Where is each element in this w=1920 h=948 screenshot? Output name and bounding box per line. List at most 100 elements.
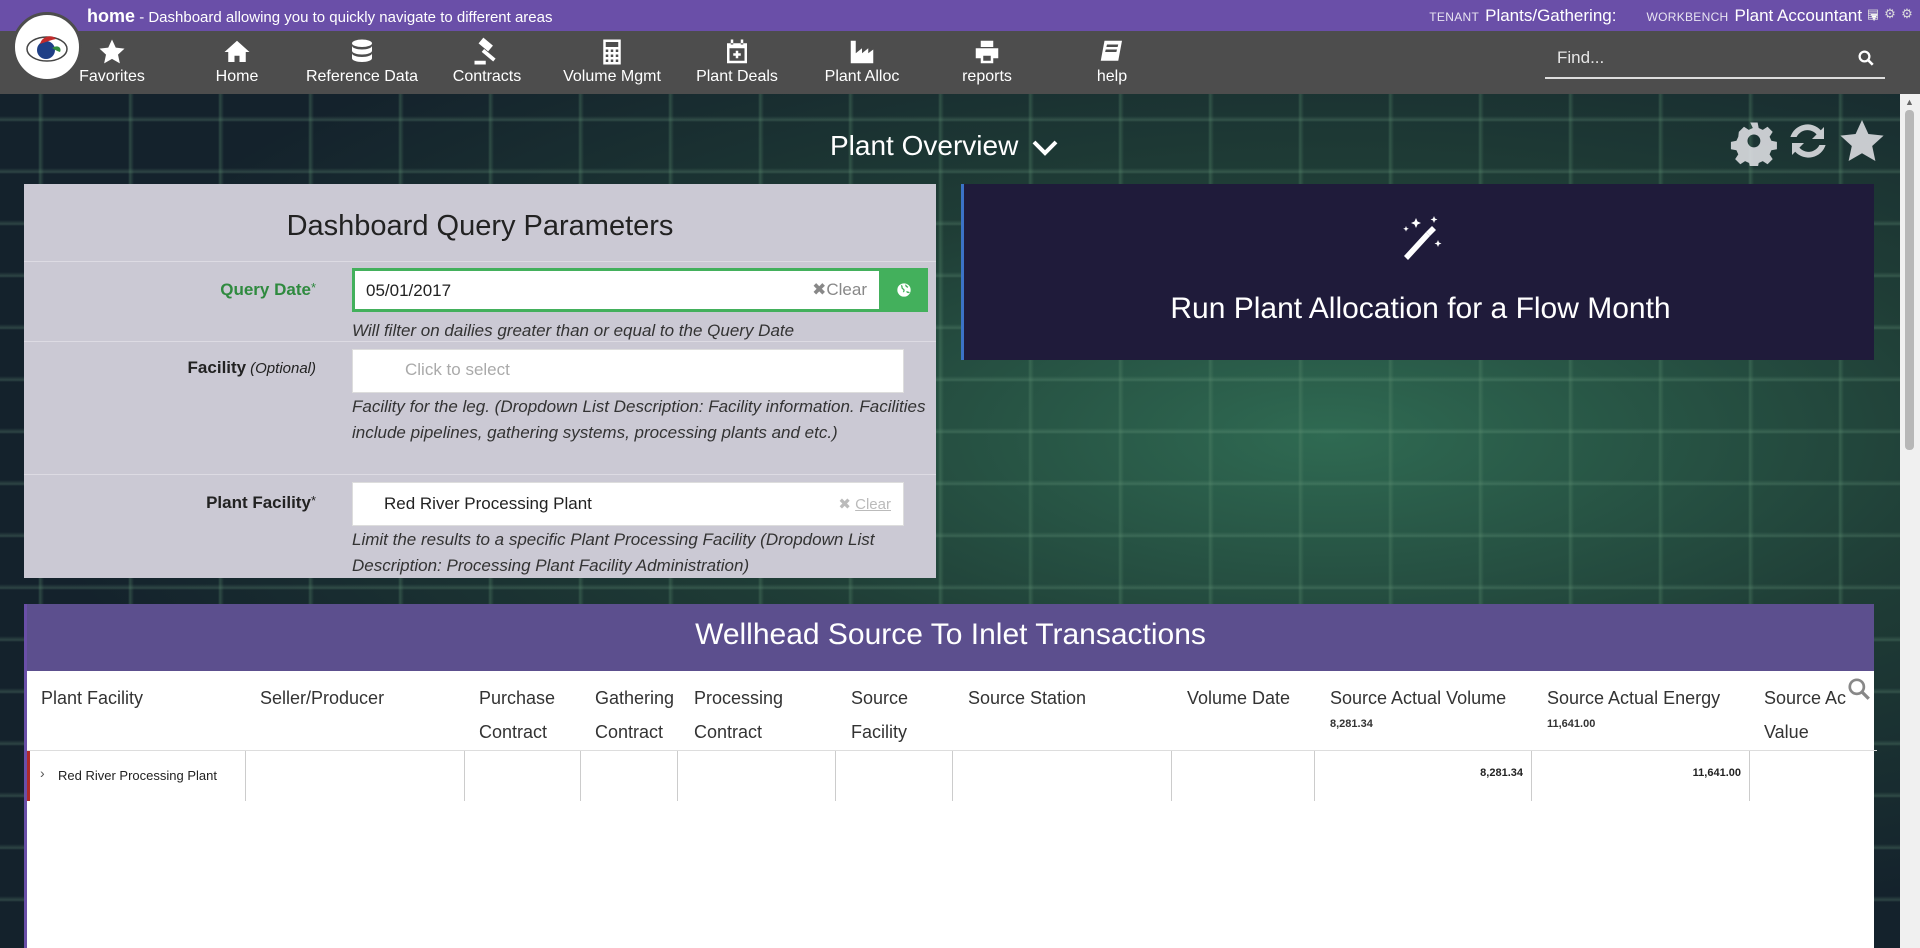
search-icon: [1848, 678, 1870, 700]
col-text: Volume Date: [1187, 688, 1291, 708]
nav-label: Contracts: [452, 68, 522, 85]
find-input[interactable]: [1545, 43, 1845, 73]
database-icon: [302, 37, 422, 67]
col-text: Contract: [479, 722, 548, 742]
cell-seller: [246, 751, 465, 801]
params-title: Dashboard Query Parameters: [286, 210, 674, 242]
top-bar: home - Dashboard allowing you to quickly…: [0, 0, 1920, 31]
col-text: Source Station: [968, 688, 1087, 708]
gear-icon[interactable]: ⚙: [1883, 7, 1897, 21]
dashboard-query-parameters: Dashboard Query Parameters Query Date* 0…: [24, 184, 936, 578]
column-header[interactable]: Purchase Contract: [479, 681, 555, 749]
optional-text: (Optional): [250, 360, 316, 377]
workbench-value[interactable]: Plant Accountant: [1735, 6, 1863, 26]
col-text: Source: [851, 688, 909, 708]
column-header[interactable]: Volume Date: [1187, 681, 1290, 715]
column-header[interactable]: Source Station: [968, 681, 1086, 715]
tenant-workbench[interactable]: TENANT Plants/Gathering: WORKBENCH Plant…: [1429, 6, 1880, 26]
facility-select[interactable]: Click to select: [352, 349, 904, 393]
nav-reports[interactable]: reports: [927, 37, 1047, 86]
col-text: Value: [1764, 722, 1809, 742]
table-search-button[interactable]: [1846, 676, 1872, 707]
query-date-value: 05/01/2017: [366, 281, 452, 300]
nav-volume-mgmt[interactable]: Volume Mgmt: [552, 37, 672, 86]
col-text: Processing: [694, 688, 784, 708]
globe-icon: [897, 283, 911, 297]
col-text: Source Ac: [1764, 688, 1846, 708]
calendar-plus-icon: [677, 37, 797, 67]
scroll-up-icon[interactable]: ▲: [1905, 97, 1914, 107]
query-date-row: Query Date* 05/01/2017 ✖Clear Will filte…: [24, 261, 936, 341]
energy-value: 11,641.00: [1692, 767, 1741, 779]
plant-facility-hint: Limit the results to a specific Plant Pr…: [352, 530, 875, 575]
column-total: 11,641.00: [1547, 718, 1596, 730]
book-icon: [1052, 37, 1172, 67]
column-header[interactable]: Source Facility: [851, 681, 908, 749]
query-date-label: Query Date*: [220, 280, 316, 299]
nav-help[interactable]: help: [1052, 37, 1172, 86]
page-description: - Dashboard allowing you to quickly navi…: [139, 9, 553, 26]
volume-value: 8,281.34: [1480, 767, 1523, 779]
find-box: [1545, 43, 1885, 79]
main-nav: Favorites Home Reference Data Contracts …: [0, 31, 1920, 94]
cell-purchase-contract: [465, 751, 581, 801]
column-header[interactable]: Source Actual Volume 8,281.34: [1330, 681, 1506, 731]
facility-label: Facility (Optional): [188, 358, 316, 378]
tenant-value[interactable]: Plants/Gathering:: [1485, 6, 1616, 26]
page-title[interactable]: Plant Overview: [830, 130, 1058, 162]
nav-contracts[interactable]: Contracts: [427, 37, 547, 86]
column-header[interactable]: Plant Facility: [41, 681, 143, 715]
column-header[interactable]: Source Ac Value: [1764, 681, 1846, 749]
plant-facility-clear[interactable]: ✖ Clear: [838, 495, 891, 513]
gavel-icon: [427, 37, 547, 67]
query-date-input[interactable]: 05/01/2017 ✖Clear: [352, 268, 882, 312]
column-header[interactable]: Processing Contract: [694, 681, 783, 749]
facility-placeholder: Click to select: [405, 360, 510, 379]
scroll-thumb[interactable]: [1905, 110, 1914, 450]
star-icon[interactable]: [1838, 116, 1886, 166]
col-text: Source Actual Energy: [1547, 688, 1721, 708]
gear-icon[interactable]: ⚙: [1900, 7, 1914, 21]
nav-plant-alloc[interactable]: Plant Alloc: [802, 37, 922, 86]
column-total: 8,281.34: [1330, 718, 1373, 730]
column-header[interactable]: Source Actual Energy 11,641.00: [1547, 681, 1720, 731]
app-logo[interactable]: [12, 12, 82, 82]
nav-home[interactable]: Home: [177, 37, 297, 86]
gear-icon[interactable]: [1730, 116, 1778, 166]
table-header: Plant Facility Seller/Producer Purchase C…: [27, 671, 1877, 751]
chevron-down-icon: [1032, 140, 1058, 156]
globe-button[interactable]: [880, 268, 928, 312]
cell-processing-contract: [678, 751, 836, 801]
plant-facility-text: Red River Processing Plant: [58, 768, 217, 783]
label-text: Facility: [187, 358, 247, 377]
query-date-clear[interactable]: ✖Clear: [812, 280, 867, 300]
column-header[interactable]: Seller/Producer: [260, 681, 384, 715]
home-icon: [177, 37, 297, 67]
cell-plant-facility[interactable]: › Red River Processing Plant: [27, 751, 246, 801]
magic-wand-icon: [1403, 216, 1442, 260]
cell-actual-energy: 11,641.00: [1532, 751, 1750, 801]
col-text: Contract: [595, 722, 664, 742]
top-tools: ▤ ⚙ ⚙: [1866, 7, 1914, 21]
page-title-text: Plant Overview: [830, 130, 1019, 161]
search-icon[interactable]: [1857, 49, 1875, 72]
expand-chevron-icon[interactable]: ›: [40, 765, 45, 781]
nav-label: Reference Data: [305, 68, 419, 85]
clear-text: Clear: [826, 280, 867, 299]
train-icon[interactable]: ▤: [1866, 7, 1880, 21]
plant-facility-row: Plant Facility* Red River Processing Pla…: [24, 474, 936, 578]
plant-facility-select[interactable]: Red River Processing Plant ✖ Clear: [352, 482, 904, 526]
refresh-icon[interactable]: [1784, 116, 1832, 166]
page-scrollbar[interactable]: ▲: [1900, 94, 1920, 948]
nav-label: Favorites: [79, 68, 145, 85]
workbench-label: WORKBENCH: [1646, 10, 1729, 24]
nav-reference-data[interactable]: Reference Data: [302, 37, 422, 86]
cell-volume-date: [1172, 751, 1315, 801]
table-row[interactable]: › Red River Processing Plant 8,281.34 11…: [27, 751, 1877, 801]
clear-text: Clear: [855, 496, 891, 513]
run-plant-allocation-tile[interactable]: Run Plant Allocation for a Flow Month: [961, 184, 1874, 360]
nav-plant-deals[interactable]: Plant Deals: [677, 37, 797, 86]
column-header[interactable]: Gathering Contract: [595, 681, 674, 749]
factory-icon: [802, 37, 922, 67]
logo-icon: [26, 36, 68, 62]
